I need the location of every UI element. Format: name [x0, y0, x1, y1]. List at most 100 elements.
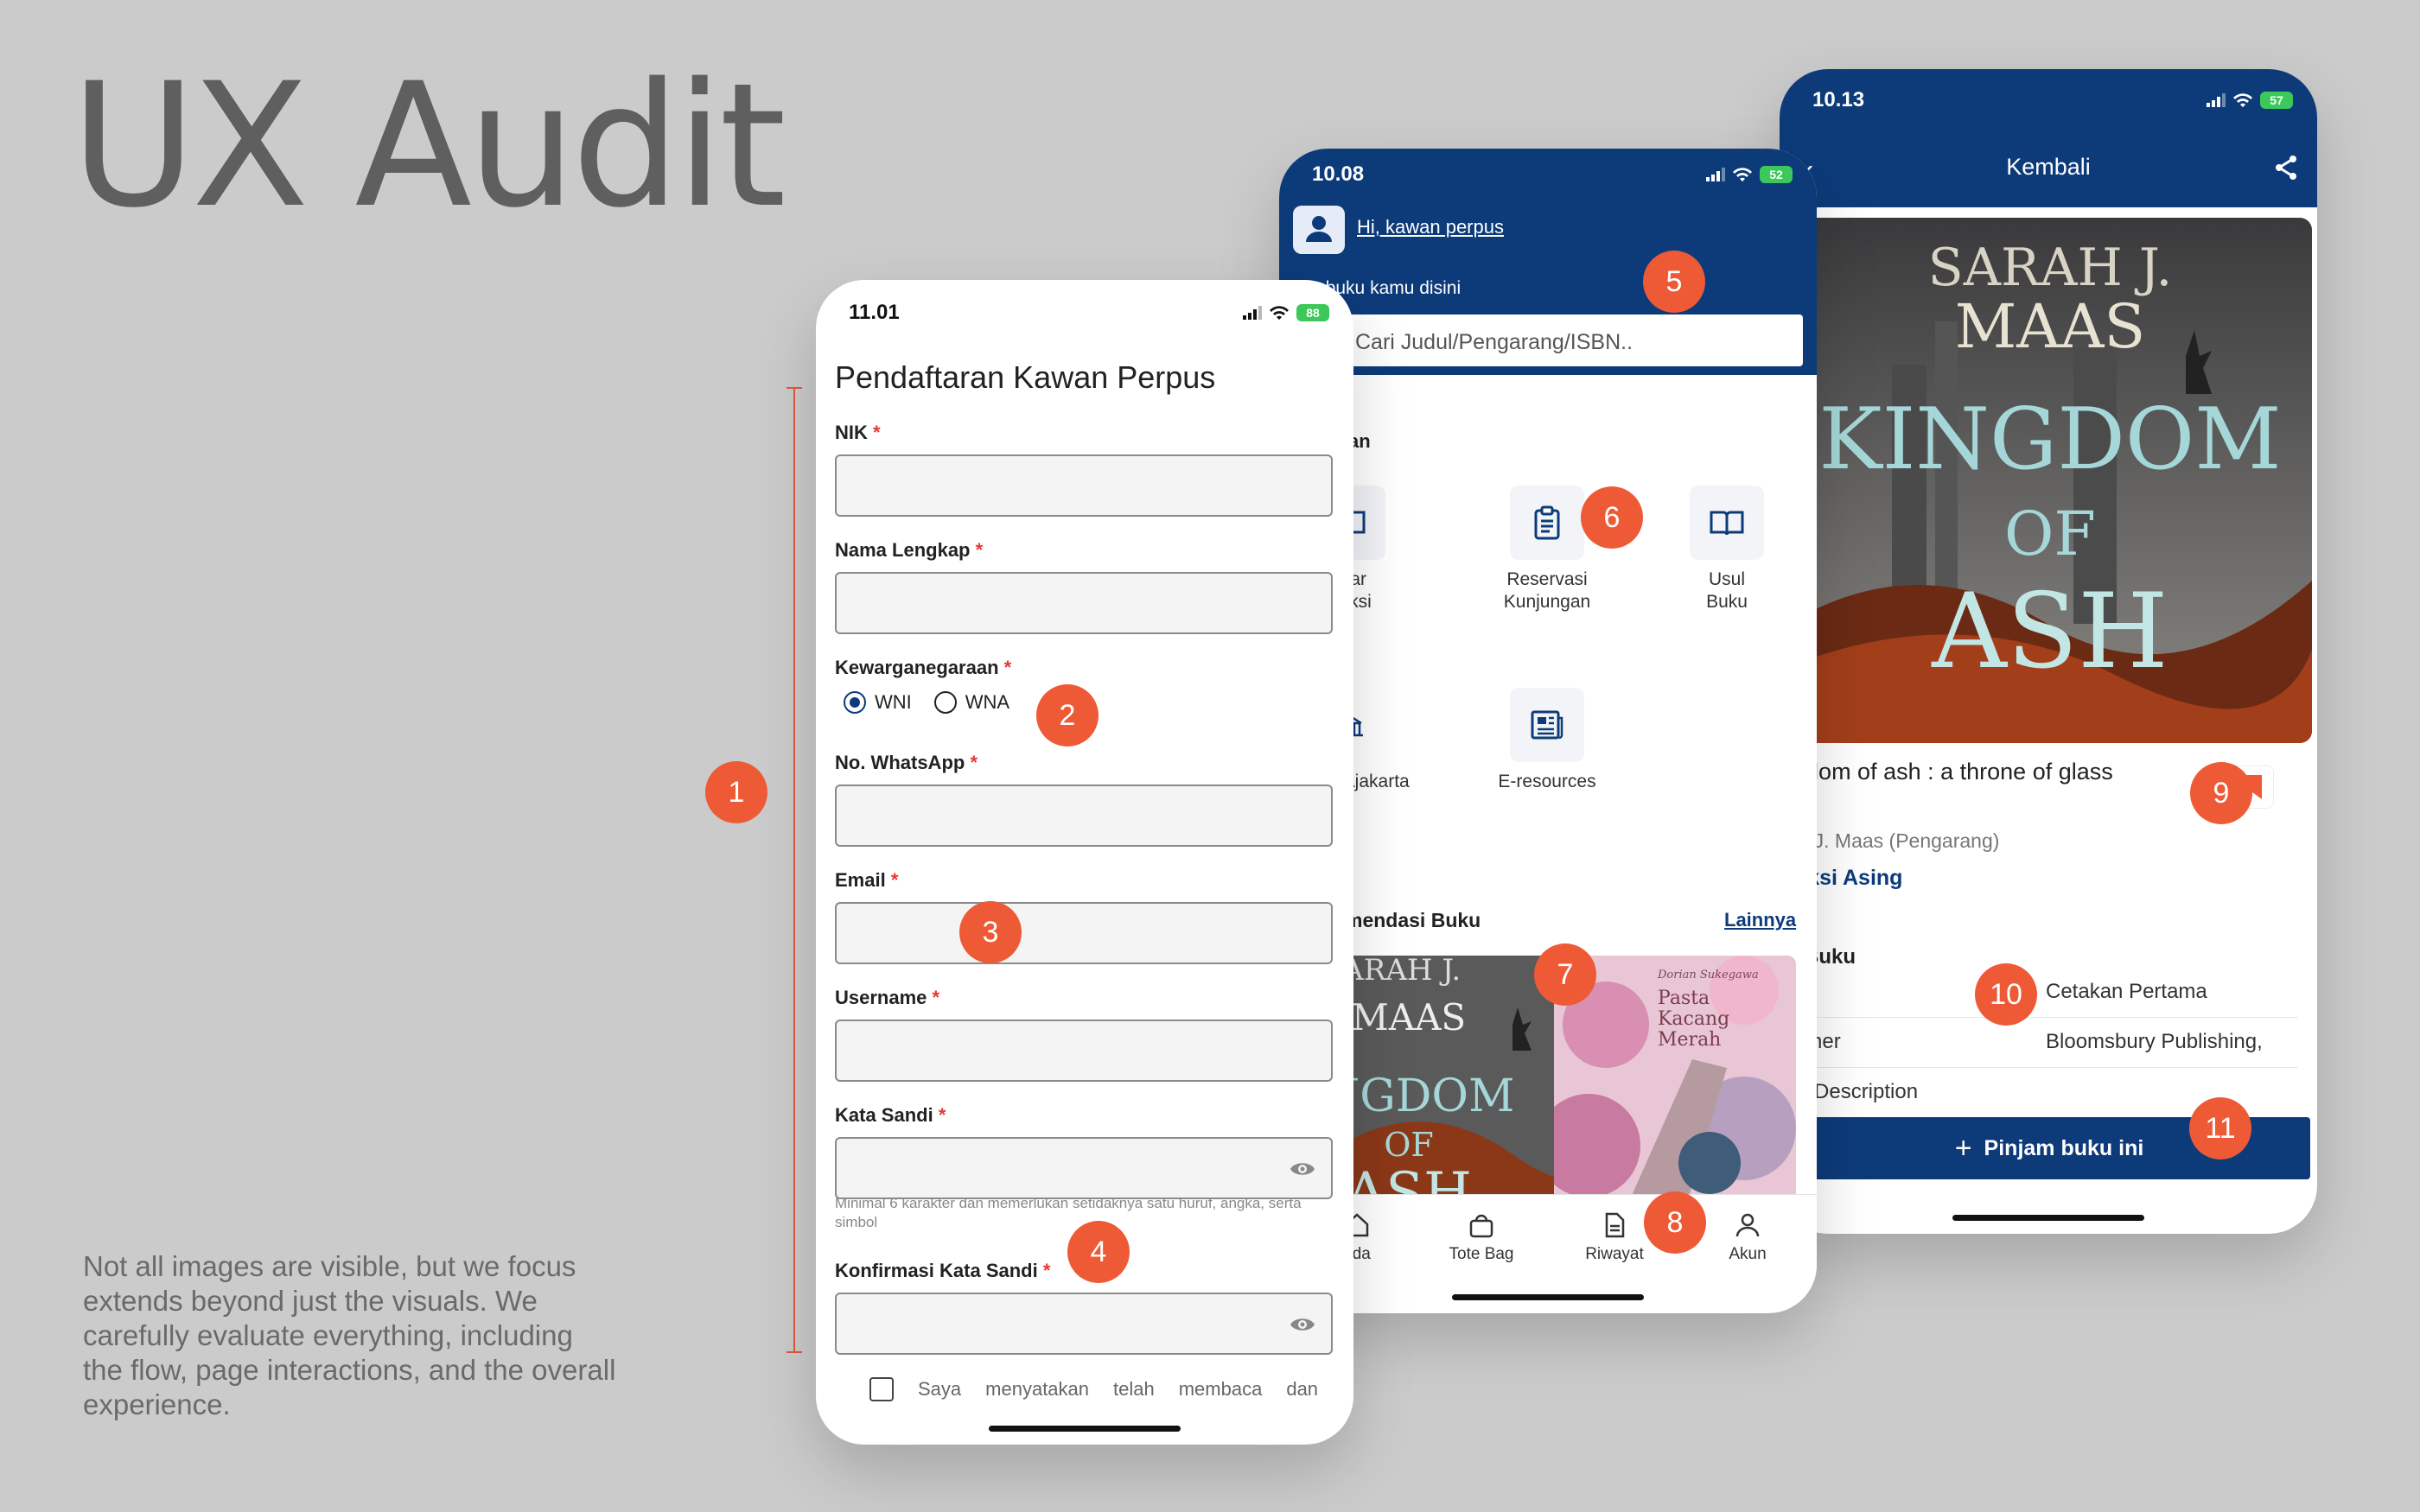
tab-label: Akun — [1729, 1245, 1767, 1263]
detail-header: 10.13 57 ‹ Kembali — [1780, 69, 2317, 207]
audit-badge-11: 11 — [2189, 1097, 2251, 1159]
full-name-field: Nama Lengkap * — [835, 539, 1333, 634]
cover-title-line-2: OF — [2004, 499, 2096, 569]
audit-badge-6: 6 — [1581, 486, 1643, 549]
book-open-icon — [1710, 511, 1744, 536]
nik-input[interactable] — [835, 454, 1333, 517]
audit-badge-7: 7 — [1534, 943, 1596, 1006]
wifi-icon — [2233, 93, 2252, 107]
bottom-tab-bar: nda Tote Bag Riwayat Akun — [1279, 1194, 1817, 1289]
confirm-password-input[interactable] — [835, 1293, 1333, 1355]
tab-label: Tote Bag — [1449, 1245, 1514, 1263]
status-bar: 10.08 52 — [1279, 149, 1817, 200]
eye-icon[interactable] — [1290, 1158, 1315, 1180]
nik-field: NIK * — [835, 422, 1333, 517]
cover-text: Merah — [1658, 1029, 1721, 1051]
battery-icon: 57 — [2260, 92, 2293, 109]
field-label: Username — [835, 987, 927, 1008]
book-card-pasta[interactable]: Dorian Sukegawa Pasta Kacang Merah — [1554, 956, 1796, 1215]
cover-text: Pasta — [1658, 988, 1710, 1009]
nav-title: Kembali — [2006, 154, 2091, 180]
greeting-link[interactable]: Hi, kawan perpus — [1357, 216, 1504, 238]
consent-checkbox[interactable] — [869, 1377, 894, 1401]
consent-word: Saya — [918, 1378, 962, 1400]
detail-row-publisher: blisher Bloomsbury Publishing, — [1780, 1018, 2298, 1068]
cover-text: Kacang — [1658, 1008, 1729, 1030]
radio-wna[interactable]: WNA — [933, 691, 1010, 714]
page-title: UX Audit — [71, 46, 786, 245]
menu-label: Reservasi — [1506, 569, 1588, 589]
eye-icon[interactable] — [1290, 1313, 1315, 1336]
menu-item-eresources[interactable]: E-resources — [1478, 688, 1616, 793]
user-icon — [1735, 1213, 1760, 1237]
battery-icon: 88 — [1296, 304, 1329, 321]
book-title: ngdom of ash : a throne of glass vel — [1780, 757, 2186, 816]
audit-badge-5: 5 — [1643, 251, 1705, 313]
required-mark: * — [1042, 1260, 1051, 1281]
share-icon[interactable] — [2272, 154, 2300, 181]
full-name-input[interactable] — [835, 572, 1333, 634]
menu-label: E-resources — [1498, 772, 1596, 791]
search-input[interactable]: Cari Judul/Pengarang/ISBN.. — [1279, 314, 1803, 366]
detail-value: Bloomsbury Publishing, — [2046, 1030, 2263, 1053]
book-title-line-2: vel — [1780, 786, 2186, 816]
newspaper-icon — [1531, 710, 1563, 740]
radio-wni[interactable]: WNI — [844, 691, 912, 714]
home-header: 10.08 52 Hi, kawan perpus kan buku kamu … — [1279, 149, 1817, 375]
recommendation-heading: mendasi Buku — [1345, 909, 1481, 931]
required-mark: * — [975, 539, 984, 561]
field-label: Email — [835, 869, 886, 891]
radio-label: WNA — [965, 691, 1010, 713]
cover-author-line-1: SARAH J. — [1928, 238, 2173, 298]
plus-icon: + — [1954, 1131, 1972, 1165]
avatar[interactable] — [1293, 206, 1345, 254]
cover-text: MAAS — [1352, 996, 1466, 1039]
whatsapp-input[interactable] — [835, 785, 1333, 847]
radio-label: WNI — [875, 691, 912, 713]
menu-label: ajakarta — [1345, 772, 1410, 791]
status-time: 10.08 — [1312, 162, 1365, 186]
tab-tote-bag[interactable]: Tote Bag — [1421, 1212, 1542, 1264]
cover-title-line-3: ASH — [1931, 572, 2168, 692]
password-input[interactable] — [835, 1137, 1333, 1199]
menu-label: Usul — [1708, 569, 1745, 589]
audit-badge-9: 9 — [2190, 762, 2252, 824]
menu-item-suggest-book[interactable]: Usul Buku — [1658, 486, 1796, 613]
audit-badge-2: 2 — [1036, 684, 1099, 746]
consent-word: menyatakan — [985, 1378, 1090, 1400]
wifi-icon — [1270, 306, 1289, 320]
field-label: Kewarganegaraan — [835, 657, 999, 678]
radio-empty-icon — [933, 691, 957, 714]
status-time: 10.13 — [1812, 88, 1865, 111]
cover-author-line-2: MAAS — [1955, 291, 2146, 362]
home-indicator — [1452, 1294, 1644, 1300]
home-indicator — [1952, 1215, 2144, 1221]
cover-text: OF — [1384, 1126, 1434, 1164]
audit-badge-3: 3 — [959, 901, 1022, 963]
cover-text: SARAH J. — [1340, 956, 1461, 988]
field-label: Konfirmasi Kata Sandi — [835, 1260, 1038, 1281]
user-icon — [1306, 216, 1332, 242]
book-cover: SARAH J. MAAS KINGDOM OF ASH — [1788, 218, 2312, 743]
phone-book-detail: 10.13 57 ‹ Kembali SARAH J. MAAS KINGDOM — [1780, 69, 2317, 1234]
audit-badge-1: 1 — [705, 761, 767, 823]
more-link[interactable]: Lainnya — [1724, 909, 1796, 931]
wifi-icon — [1733, 168, 1752, 181]
required-mark: * — [932, 987, 940, 1008]
radio-selected-icon — [844, 691, 866, 714]
detail-value: Cetakan Pertama — [2046, 980, 2207, 1003]
email-input[interactable] — [835, 902, 1333, 964]
username-input[interactable] — [835, 1020, 1333, 1082]
signal-icon — [2207, 93, 2226, 107]
consent-word: membaca — [1178, 1378, 1263, 1400]
status-bar: 10.13 57 — [1780, 74, 2317, 126]
book-title-line-1: ngdom of ash : a throne of glass — [1780, 759, 2113, 785]
field-label: Kata Sandi — [835, 1104, 933, 1126]
required-mark: * — [970, 752, 978, 773]
form-title: Pendaftaran Kawan Perpus — [835, 359, 1216, 395]
detail-row-edition: isi Cetakan Pertama — [1780, 968, 2298, 1018]
battery-icon: 52 — [1760, 166, 1793, 183]
cover-title-line-1: KINGDOM — [1818, 391, 2281, 489]
cover-text: NGDOM — [1340, 1070, 1514, 1122]
signal-icon — [1706, 168, 1725, 181]
